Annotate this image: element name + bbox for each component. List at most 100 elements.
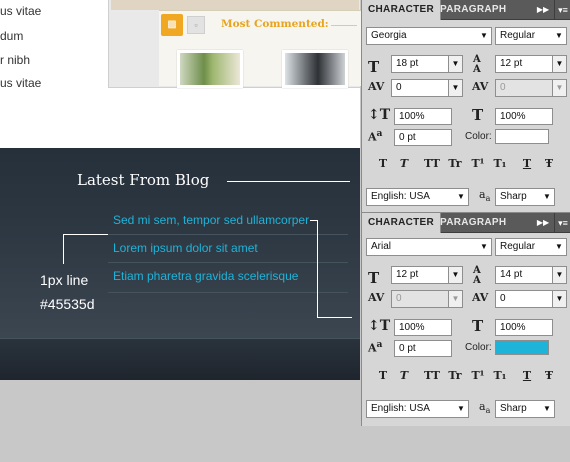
chevron-down-icon: ▼ (448, 291, 462, 307)
font-size-select[interactable]: 18 pt ▼ (391, 55, 463, 73)
all-caps-button[interactable]: TT (423, 156, 441, 172)
font-style-select[interactable]: Regular ▼ (495, 27, 567, 45)
blog-link[interactable]: Sed mi sem, tempor sed ullamcorper (113, 213, 309, 227)
faux-italic-button[interactable]: T (395, 156, 413, 172)
font-family-select[interactable]: Georgia ▼ (366, 27, 492, 45)
chevron-down-icon: ▼ (543, 192, 551, 201)
heading-callout-line (227, 181, 350, 182)
blog-link[interactable]: Lorem ipsum dolor sit amet (113, 241, 258, 255)
chevron-down-icon: ▼ (448, 80, 462, 96)
font-style-value: Regular (500, 30, 536, 41)
chevron-down-icon: ▼ (552, 80, 566, 96)
baseline-shift-icon: Aa (368, 339, 383, 355)
strikethrough-button[interactable]: Ŧ (540, 368, 558, 384)
subscript-button[interactable]: T₁ (491, 156, 509, 172)
superscript-button[interactable]: T¹ (469, 156, 487, 172)
horizontal-scale-icon: T (472, 106, 484, 124)
list-item[interactable]: dum (0, 29, 23, 43)
subscript-button[interactable]: T₁ (491, 368, 509, 384)
superscript-button[interactable]: T¹ (469, 368, 487, 384)
antialias-icon: aa (479, 188, 491, 204)
faux-bold-button[interactable]: T (374, 156, 392, 172)
font-style-select[interactable]: Regular ▼ (495, 238, 567, 256)
font-family-value: Georgia (371, 30, 407, 41)
list-item[interactable]: r nibh (0, 53, 30, 67)
panel-menu-icon[interactable]: ▾≡ (554, 0, 570, 20)
tracking-icon: AV (472, 291, 489, 304)
font-size-value: 18 pt (396, 58, 419, 69)
font-size-select[interactable]: 12 pt ▼ (391, 266, 463, 284)
font-size-icon: T (368, 58, 380, 76)
chevron-down-icon: ▼ (555, 242, 563, 251)
font-size-value: 12 pt (396, 269, 419, 280)
square-icon[interactable]: ▫ (187, 16, 205, 34)
language-value: English: USA (371, 191, 430, 202)
chevron-down-icon: ▼ (480, 242, 488, 251)
expand-arrows-icon[interactable]: ▶▶ (534, 213, 552, 233)
tab-paragraph[interactable]: PARAGRAPH (434, 213, 512, 233)
leading-select[interactable]: 14 pt ▼ (495, 266, 567, 284)
tracking-select[interactable]: 0 ▼ (495, 79, 567, 97)
kerning-icon: AV (368, 80, 385, 93)
kerning-select[interactable]: 0 ▼ (391, 79, 463, 97)
faux-bold-button[interactable]: T (374, 368, 392, 384)
font-size-icon: T (368, 269, 380, 287)
horizontal-scale-field[interactable]: 100% (495, 108, 553, 125)
list-item[interactable]: us vitae (0, 4, 41, 18)
thumbnail-image[interactable] (177, 50, 243, 88)
kerning-value: 0 (396, 82, 402, 93)
annotation-bracket (63, 234, 64, 264)
leading-value: 14 pt (500, 269, 523, 280)
character-panel-arial: CHARACTER PARAGRAPH ▶▶ ▾≡ Arial ▼ Regula… (361, 212, 570, 426)
language-value: English: USA (371, 403, 430, 414)
separator-line (108, 234, 348, 235)
color-label: Color: (465, 342, 492, 353)
strikethrough-button[interactable]: Ŧ (540, 156, 558, 172)
annotation-text: #45535d (40, 296, 95, 312)
all-caps-button[interactable]: TT (423, 368, 441, 384)
underline-button[interactable]: T (518, 368, 536, 384)
tab-paragraph[interactable]: PARAGRAPH (434, 0, 512, 20)
color-label: Color: (465, 131, 492, 142)
language-select[interactable]: English: USA ▼ (366, 188, 469, 206)
vertical-scale-icon: ↕T (368, 107, 391, 123)
blog-link[interactable]: Etiam pharetra gravida scelerisque (113, 269, 298, 283)
antialias-select[interactable]: Sharp ▼ (495, 188, 555, 206)
annotation-text: 1px line (40, 272, 89, 288)
chevron-down-icon: ▼ (552, 267, 566, 283)
antialias-select[interactable]: Sharp ▼ (495, 400, 555, 418)
expand-arrows-icon[interactable]: ▶▶ (534, 0, 552, 20)
chevron-down-icon: ▼ (457, 192, 465, 201)
tracking-value: 0 (500, 82, 506, 93)
tab-character[interactable]: CHARACTER (362, 0, 442, 20)
kerning-select[interactable]: 0 ▼ (391, 290, 463, 308)
tab-character[interactable]: CHARACTER (362, 213, 442, 233)
separator-line (108, 292, 348, 293)
underline-button[interactable]: T (518, 156, 536, 172)
language-select[interactable]: English: USA ▼ (366, 400, 469, 418)
leading-select[interactable]: 12 pt ▼ (495, 55, 567, 73)
tracking-select[interactable]: 0 ▼ (495, 290, 567, 308)
vertical-scale-field[interactable]: 100% (394, 108, 452, 125)
thumbnail-image[interactable] (282, 50, 348, 88)
most-commented-widget: ▩ ▫ Most Commented: (108, 0, 361, 88)
vertical-scale-field[interactable]: 100% (394, 319, 452, 336)
widget-title: Most Commented: (221, 18, 329, 30)
list-item[interactable]: us vitae (0, 76, 41, 90)
footer-band (0, 338, 360, 380)
panel-menu-icon[interactable]: ▾≡ (554, 213, 570, 233)
baseline-shift-field[interactable]: 0 pt (394, 340, 452, 357)
font-family-select[interactable]: Arial ▼ (366, 238, 492, 256)
color-swatch[interactable] (495, 129, 549, 144)
kerning-icon: AV (368, 291, 385, 304)
antialias-icon: aa (479, 400, 491, 416)
color-swatch[interactable] (495, 340, 549, 355)
annotation-bracket (63, 234, 108, 235)
small-caps-button[interactable]: Tr (446, 368, 464, 384)
baseline-shift-field[interactable]: 0 pt (394, 129, 452, 146)
small-caps-button[interactable]: Tr (446, 156, 464, 172)
horizontal-scale-field[interactable]: 100% (495, 319, 553, 336)
faux-italic-button[interactable]: T (395, 368, 413, 384)
speech-bubble-icon[interactable]: ▩ (161, 14, 183, 36)
chevron-down-icon: ▼ (448, 56, 462, 72)
